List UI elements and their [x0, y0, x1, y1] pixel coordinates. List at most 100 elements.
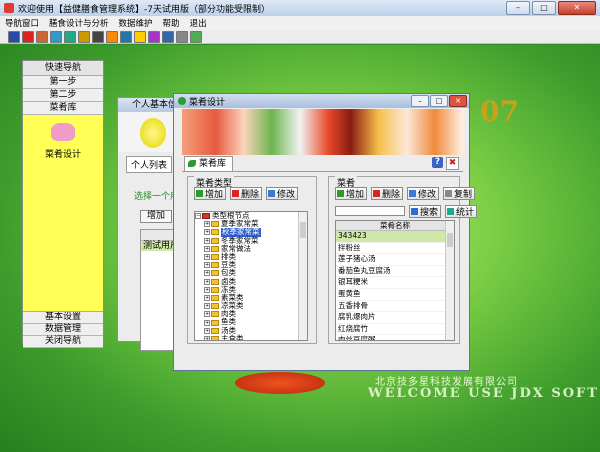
dish-row[interactable]: 红烧腐竹 — [336, 324, 454, 336]
menu-nav-window[interactable]: 导航窗口 — [0, 17, 44, 29]
edit-dish-button[interactable]: 修改 — [407, 187, 440, 200]
edit-category-button[interactable]: 修改 — [266, 187, 299, 200]
expand-icon[interactable]: + — [204, 319, 210, 326]
grid-icon[interactable] — [120, 30, 132, 43]
expand-icon[interactable]: + — [204, 270, 210, 277]
dish-row[interactable]: 银耳粳米 — [336, 277, 454, 289]
tree-node[interactable]: + 冬季家常菜 — [195, 236, 307, 245]
expand-icon[interactable]: + — [204, 278, 210, 285]
palette-icon[interactable] — [148, 30, 160, 43]
dish-close-button[interactable]: ✕ — [449, 95, 467, 107]
expand-icon[interactable]: + — [204, 262, 210, 269]
copy-dish-button[interactable]: 复制 — [443, 187, 476, 200]
dish-row[interactable]: 343423 — [336, 231, 454, 243]
calendar-icon[interactable] — [64, 30, 76, 43]
help-button[interactable]: ? — [432, 157, 443, 168]
dish-row[interactable]: 五香排骨 — [336, 301, 454, 313]
search-button[interactable]: 搜索 — [409, 205, 442, 218]
nav-data-management[interactable]: 数据管理 — [23, 324, 103, 336]
expand-icon[interactable]: + — [204, 335, 210, 340]
food-icon[interactable] — [106, 30, 118, 43]
chart-icon[interactable] — [50, 30, 62, 43]
nav-step-two[interactable]: 第二步 — [23, 89, 103, 102]
doc-icon[interactable] — [176, 30, 188, 43]
dish-row[interactable]: 肉丝豆腐粥 — [336, 335, 454, 340]
dish-window-titlebar[interactable]: 菜肴设计 – □ ✕ — [174, 94, 469, 108]
dish-maximize-button[interactable]: □ — [430, 95, 448, 107]
expand-icon[interactable]: + — [204, 286, 210, 293]
tree-node[interactable]: + 排类 — [195, 252, 307, 261]
person-icon[interactable] — [36, 30, 48, 43]
tree-node[interactable]: + 豆类 — [195, 260, 307, 269]
tree-scroll-thumb[interactable] — [300, 222, 306, 238]
folder-icon — [211, 303, 219, 310]
dish-scroll-thumb[interactable] — [447, 233, 453, 247]
tree-node[interactable]: + 包类 — [195, 269, 307, 277]
tree-node[interactable]: + 卤类 — [195, 277, 307, 286]
menu-help[interactable]: 帮助 — [158, 17, 185, 29]
dish-design-icon[interactable] — [51, 123, 75, 141]
collapse-icon[interactable]: − — [195, 213, 201, 220]
tree-scrollbar[interactable] — [298, 212, 307, 340]
expand-icon[interactable]: + — [204, 254, 210, 261]
minimize-button[interactable]: – — [506, 1, 530, 15]
edit-icon — [409, 190, 417, 197]
exit-icon[interactable] — [8, 30, 20, 43]
expand-icon[interactable]: + — [204, 229, 210, 236]
tree-node[interactable]: + 家常做法 — [195, 244, 307, 253]
nav-close[interactable]: 关闭导航 — [23, 336, 103, 348]
dish-row[interactable]: 腐乳爆肉片 — [336, 312, 454, 324]
menu-data-maintenance[interactable]: 数据维护 — [114, 17, 158, 29]
add-user-button[interactable]: 增加 — [140, 210, 172, 223]
stats-button[interactable]: 统计 — [445, 205, 478, 218]
edit-dish-label: 修改 — [418, 190, 437, 200]
tree-node[interactable]: + 肉类 — [195, 310, 307, 318]
tree-node[interactable]: + 凉菜类 — [195, 301, 307, 310]
tree-node[interactable]: + 汤类 — [195, 326, 307, 335]
nav-basic-settings[interactable]: 基本设置 — [23, 312, 103, 324]
dish-row[interactable]: 番茄鱼丸豆腐汤 — [336, 266, 454, 278]
close-tab-button[interactable]: ✖ — [446, 157, 459, 170]
stats-label: 统计 — [456, 208, 475, 218]
delete-dish-button[interactable]: 删除 — [371, 187, 404, 200]
tree-node[interactable]: + 素菜类 — [195, 293, 307, 302]
maximize-button[interactable]: □ — [532, 1, 556, 15]
dish-row[interactable]: 莲子猪心汤 — [336, 254, 454, 266]
expand-icon[interactable]: + — [204, 237, 210, 244]
dish-list[interactable]: 菜肴名称 343423 拌粉丝 莲子猪心汤 番茄鱼丸豆腐汤 银耳粳米 蛋黄鱼 五香排骨 腐乳爆… — [335, 220, 455, 341]
add-dish-button[interactable]: 增加 — [335, 187, 368, 200]
folder-icon — [211, 335, 219, 340]
dish-search-input[interactable] — [335, 206, 405, 216]
delete-category-button[interactable]: 删除 — [230, 187, 263, 200]
tab-dish-library[interactable]: 菜肴库 — [184, 156, 234, 171]
stop-icon[interactable] — [22, 30, 34, 43]
menu-exit[interactable]: 退出 — [185, 17, 212, 29]
dish-minimize-button[interactable]: – — [411, 95, 429, 107]
expand-icon[interactable]: + — [204, 311, 210, 318]
category-tree[interactable]: − 类型根节点 + 夏季家常菜 + 秋季家常菜 + 冬季家常菜 + 家常做法 + 排类 + 豆类 + 包类 +… — [194, 211, 308, 341]
add-category-button[interactable]: 增加 — [194, 187, 227, 200]
table-icon[interactable] — [92, 30, 104, 43]
tools-icon[interactable] — [162, 30, 174, 43]
dish-list-scrollbar[interactable] — [445, 221, 454, 340]
expand-icon[interactable]: + — [204, 221, 210, 228]
expand-icon[interactable]: + — [204, 294, 210, 301]
tree-node[interactable]: + 冻类 — [195, 285, 307, 294]
expand-icon[interactable]: + — [204, 303, 210, 310]
dish-row[interactable]: 蛋黄鱼 — [336, 289, 454, 301]
folder-icon — [211, 270, 219, 277]
tab-personal-list[interactable]: 个人列表 — [126, 156, 173, 173]
expand-icon[interactable]: + — [204, 245, 210, 252]
nav-dish-design[interactable]: 菜肴设计 — [23, 147, 103, 160]
close-button[interactable]: ✕ — [558, 1, 596, 15]
image-icon[interactable] — [78, 30, 90, 43]
dish-row[interactable]: 拌粉丝 — [336, 243, 454, 255]
help-icon[interactable] — [134, 30, 146, 43]
expand-icon[interactable]: + — [204, 327, 210, 334]
tree-node[interactable]: + 鱼类 — [195, 318, 307, 326]
window-icon[interactable] — [190, 30, 202, 43]
nav-step-one[interactable]: 第一步 — [23, 76, 103, 89]
tree-node[interactable]: + 主食类 — [195, 334, 307, 340]
menu-diet-design[interactable]: 膳食设计与分析 — [44, 17, 114, 29]
nav-dish-library[interactable]: 菜肴库 — [23, 102, 103, 115]
